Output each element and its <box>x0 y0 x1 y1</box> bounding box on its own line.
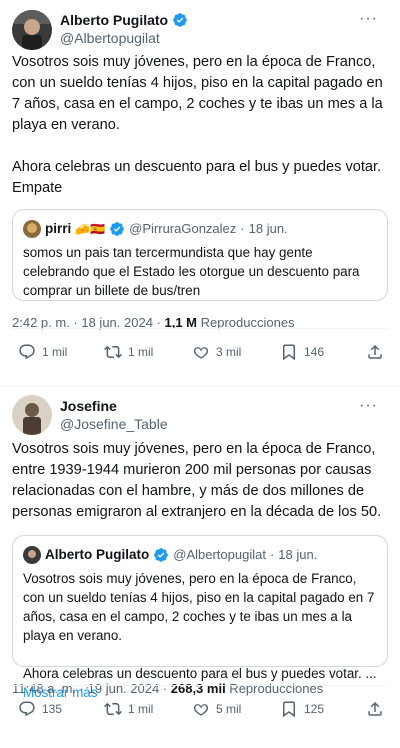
avatar[interactable] <box>12 10 52 50</box>
tweet-text: Vosotros sois muy jóvenes, pero en la ép… <box>12 54 383 196</box>
quote-date: 18 jun. <box>278 547 318 562</box>
like-button[interactable]: 5 mil <box>192 700 241 718</box>
heart-icon <box>193 347 209 359</box>
bookmark-icon <box>283 701 295 718</box>
quote-handle: @Albertopugilat <box>173 547 266 562</box>
quote-separator: · <box>269 547 275 562</box>
share-icon <box>368 344 382 359</box>
avatar[interactable] <box>12 395 52 435</box>
bookmark-icon <box>283 344 295 361</box>
share-button[interactable] <box>366 343 384 361</box>
quote-emojis: 🧀🇪🇸 <box>75 222 106 236</box>
quote-display-name: Alberto Pugilato <box>45 547 150 562</box>
verified-badge-icon <box>154 548 169 562</box>
bookmark-count: 125 <box>304 702 325 716</box>
like-count: 5 mil <box>216 702 242 716</box>
quote-handle: @PirruraGonzalez <box>129 221 237 236</box>
retweet-icon <box>104 345 122 359</box>
reply-count: 135 <box>42 702 63 716</box>
tweet-header: Josefine @Josefine_Table ··· <box>12 387 388 435</box>
like-count: 3 mil <box>216 345 242 359</box>
quote-text: Vosotros sois muy jóvenes, pero en la ép… <box>23 571 377 681</box>
verified-badge-icon <box>173 13 187 27</box>
quote-avatar <box>23 220 41 238</box>
more-options-icon[interactable]: ··· <box>359 10 378 28</box>
quoted-tweet[interactable]: Alberto Pugilato @Albertopugilat · 18 ju… <box>12 535 388 700</box>
tweet-header: Alberto Pugilato @Albertopugilat ··· <box>12 0 388 50</box>
reply-button[interactable]: 1 mil <box>18 343 67 361</box>
handle[interactable]: @Josefine_Table <box>60 415 168 433</box>
display-name-text[interactable]: Josefine <box>60 397 117 415</box>
retweet-button[interactable]: 1 mil <box>104 700 153 718</box>
quoted-tweet[interactable]: pirri 🧀🇪🇸 @PirruraGonzalez · 18 jun. som… <box>12 209 388 301</box>
tweet-alberto: Alberto Pugilato @Albertopugilat ··· Vos… <box>0 0 400 386</box>
reply-icon <box>19 344 35 360</box>
quote-display-name: pirri <box>45 221 72 236</box>
handle[interactable]: @Albertopugilat <box>60 29 188 47</box>
reply-icon <box>19 701 35 717</box>
display-name[interactable]: Josefine <box>60 397 168 415</box>
reply-count: 1 mil <box>42 345 68 359</box>
quote-date: 18 jun. <box>248 221 288 236</box>
quote-text: somos un pais tan tercermundista que hay… <box>23 245 360 298</box>
quote-avatar <box>23 546 41 564</box>
display-name[interactable]: Alberto Pugilato <box>60 11 188 29</box>
reply-button[interactable]: 135 <box>18 700 62 718</box>
bookmark-button[interactable]: 146 <box>280 343 324 361</box>
display-name-text[interactable]: Alberto Pugilato <box>60 11 168 29</box>
bookmark-button[interactable]: 125 <box>280 700 324 718</box>
retweet-icon <box>104 702 122 716</box>
tweet-text: Vosotros sois muy jóvenes, pero en la ép… <box>12 441 382 520</box>
tweet-josefine: Josefine @Josefine_Table ··· Vosotros so… <box>0 386 400 748</box>
bookmark-count: 146 <box>304 345 325 359</box>
action-bar: 135 1 mil 5 mil 125 <box>12 685 388 733</box>
retweet-button[interactable]: 1 mil <box>104 343 153 361</box>
quote-separator: · <box>240 221 245 236</box>
heart-icon <box>193 704 209 716</box>
verified-badge-icon <box>110 222 124 236</box>
like-button[interactable]: 3 mil <box>192 343 241 361</box>
action-bar: 1 mil 1 mil 3 mil 146 <box>12 328 388 376</box>
share-button[interactable] <box>366 700 384 718</box>
share-icon <box>368 701 382 716</box>
more-options-icon[interactable]: ··· <box>359 397 378 415</box>
retweet-count: 1 mil <box>128 345 154 359</box>
retweet-count: 1 mil <box>128 702 154 716</box>
